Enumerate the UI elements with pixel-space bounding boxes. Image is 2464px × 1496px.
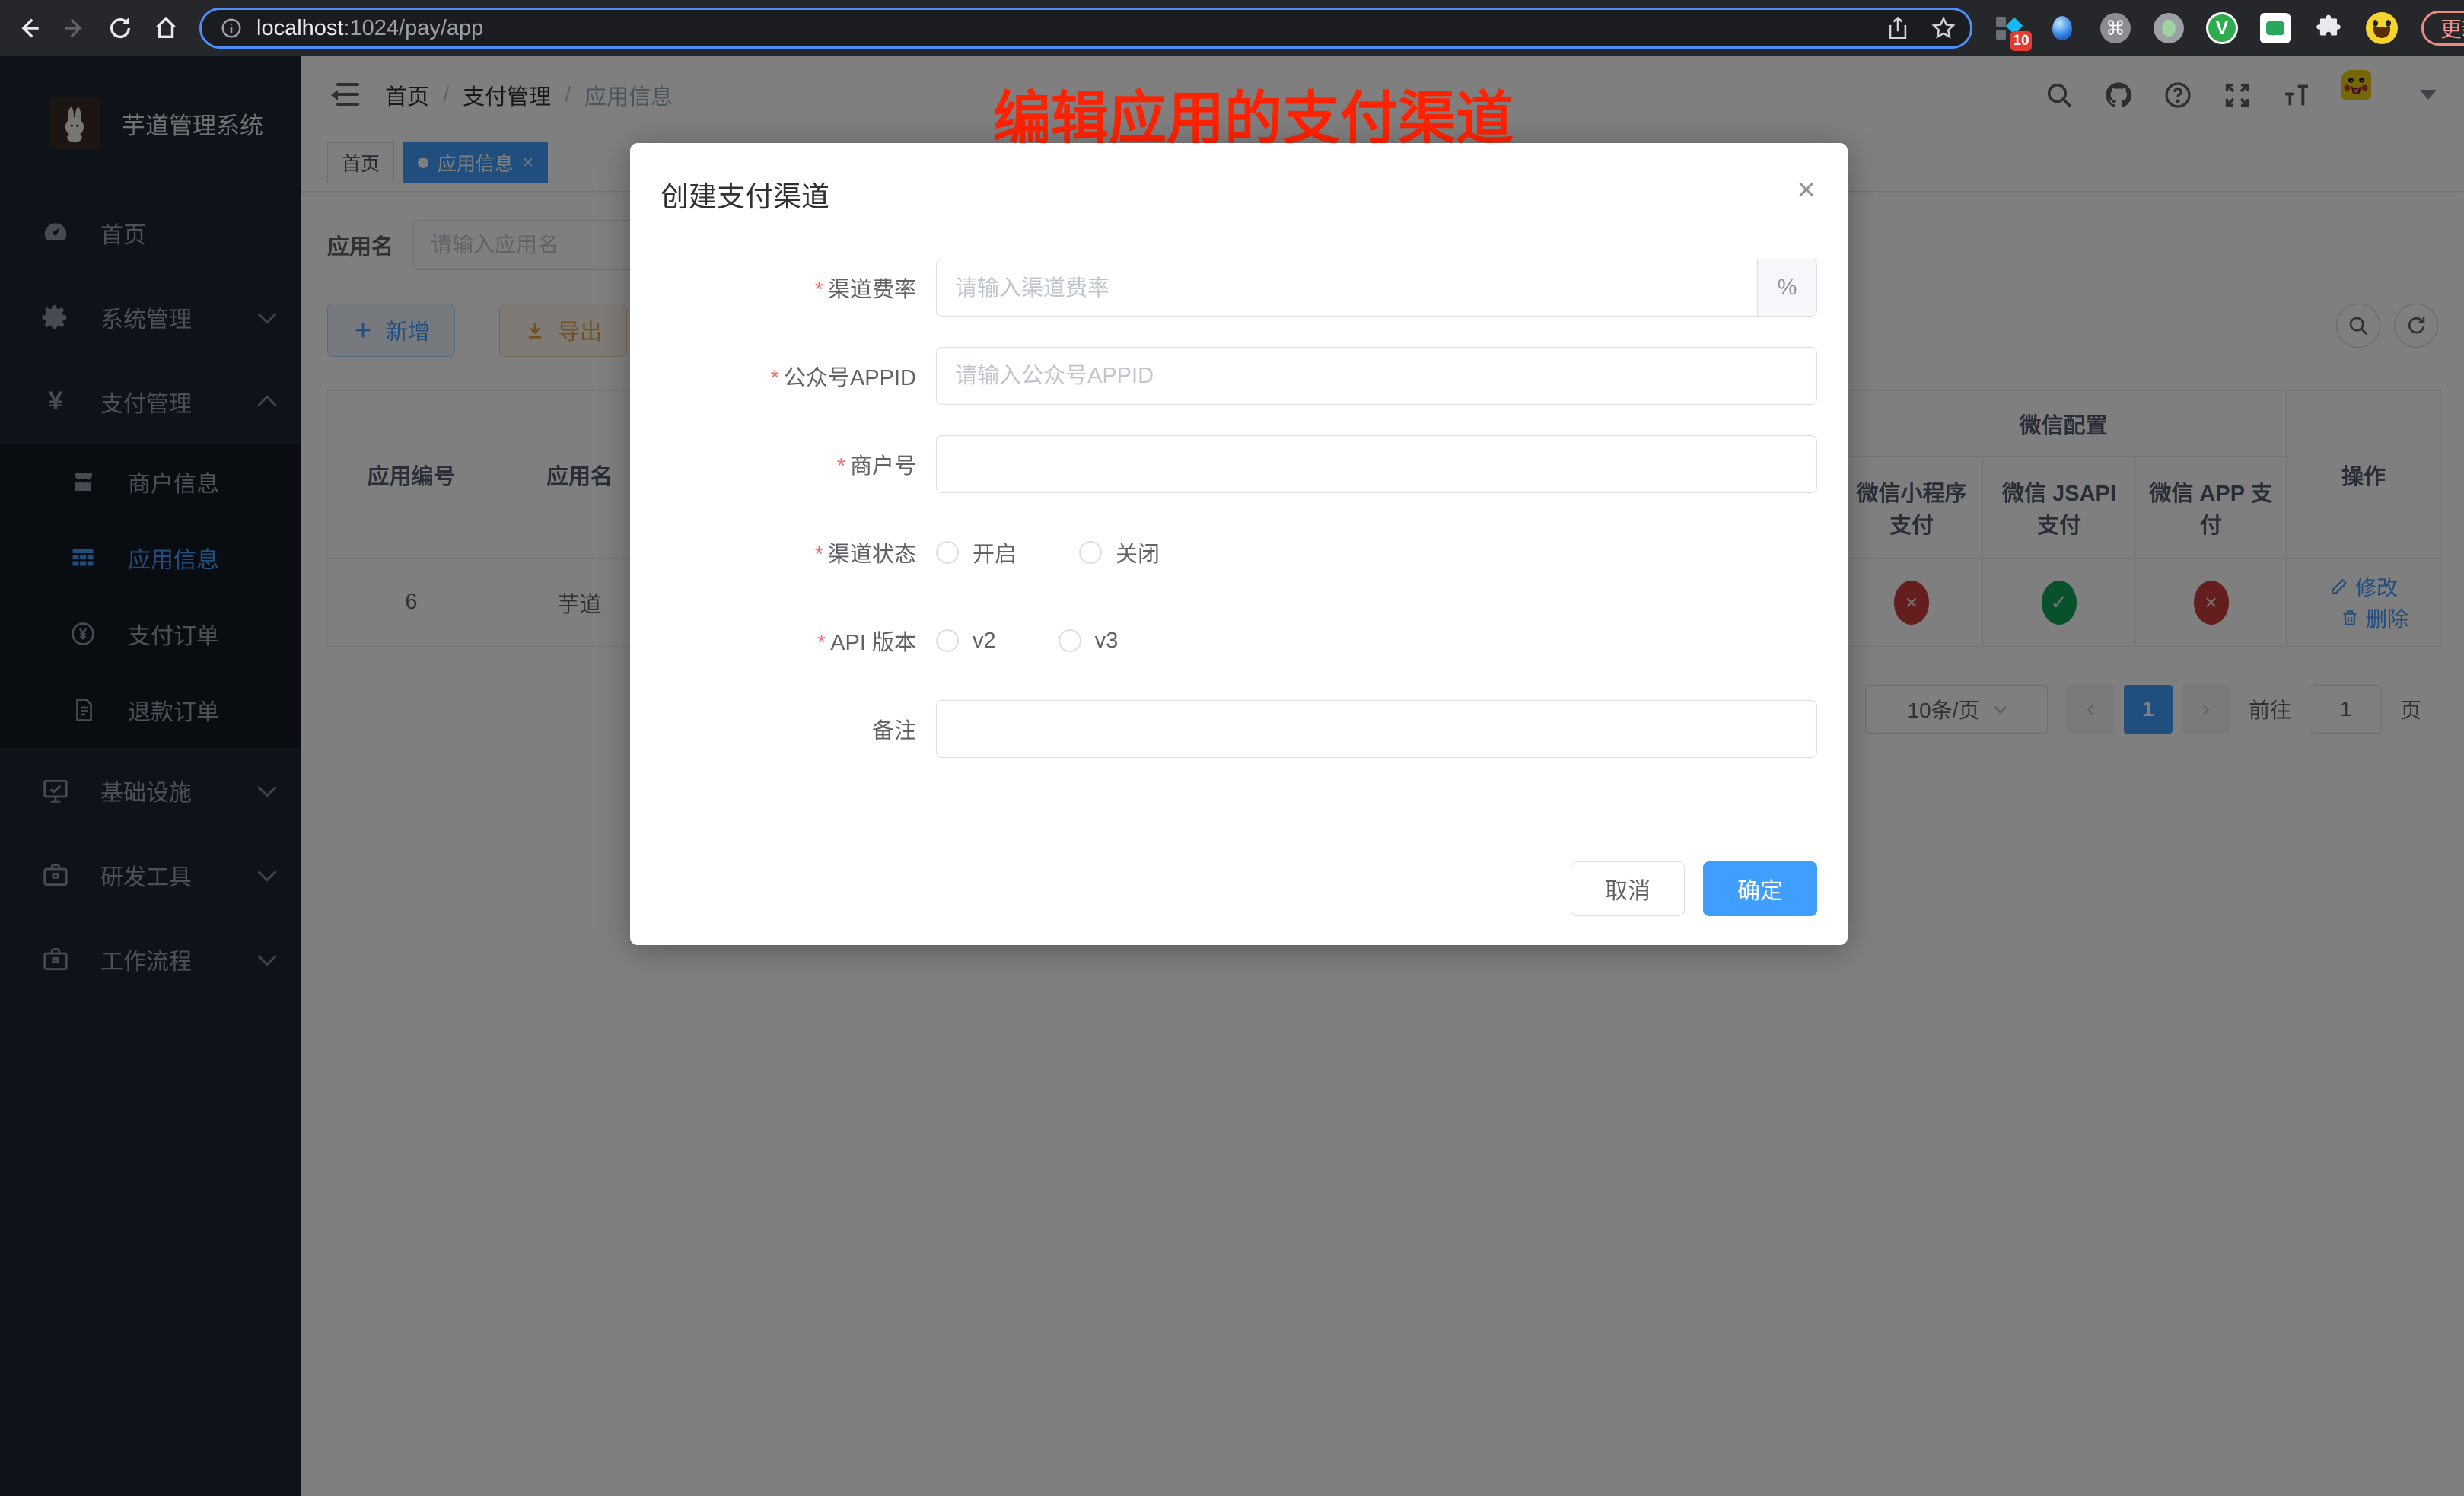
extension-chat-icon[interactable] — [2259, 11, 2292, 45]
screen: localhost:1024/pay/app 10 ⌘ V 更新 — [0, 0, 2464, 1496]
form-row-api-version: *API 版本 v2 v3 — [630, 612, 1817, 670]
radio-circle-icon — [936, 541, 959, 564]
dialog-body: *渠道费率 % *公众号APPID *商户号 — [630, 215, 1848, 758]
profile-avatar-icon[interactable] — [2365, 11, 2399, 45]
browser-toolbar: localhost:1024/pay/app 10 ⌘ V 更新 — [0, 0, 2464, 56]
status-label: 渠道状态 — [828, 543, 916, 567]
extension-command-icon[interactable]: ⌘ — [2099, 11, 2132, 45]
appid-input[interactable] — [936, 347, 1817, 405]
dialog-footer: 取消 确定 — [1571, 861, 1817, 916]
form-row-status: *渠道状态 开启 关闭 — [630, 524, 1817, 581]
rate-label: 渠道费率 — [828, 278, 916, 302]
browser-home-icon[interactable] — [149, 11, 183, 45]
form-row-merchant: *商户号 — [630, 435, 1817, 493]
dialog-close-icon[interactable]: × — [1797, 173, 1816, 205]
merchant-input[interactable] — [936, 435, 1817, 493]
browser-reload-icon[interactable] — [103, 11, 137, 45]
status-on-radio[interactable]: 开启 — [936, 536, 1017, 568]
radio-circle-icon — [1059, 629, 1081, 652]
api-version-label: API 版本 — [830, 631, 916, 655]
extension-record-icon[interactable] — [2152, 11, 2185, 45]
browser-update-button[interactable]: 更新 — [2421, 11, 2464, 46]
radio-circle-icon — [936, 629, 959, 652]
remark-label: 备注 — [872, 719, 916, 743]
extensions-puzzle-icon[interactable] — [2312, 11, 2345, 45]
rate-input[interactable] — [937, 259, 1757, 317]
extension-v-icon[interactable]: V — [2205, 11, 2239, 45]
cancel-button[interactable]: 取消 — [1571, 861, 1685, 916]
form-row-remark: 备注 — [630, 700, 1817, 758]
confirm-button[interactable]: 确定 — [1703, 861, 1817, 916]
url-text: localhost:1024/pay/app — [256, 16, 483, 41]
bookmark-star-icon[interactable] — [1931, 15, 1956, 41]
extension-badge: 10 — [2010, 31, 2032, 51]
extension-balloon-icon[interactable] — [2045, 11, 2079, 45]
merchant-label: 商户号 — [850, 454, 916, 479]
form-row-appid: *公众号APPID — [630, 347, 1817, 405]
browser-back-icon[interactable] — [12, 11, 46, 45]
api-v2-radio[interactable]: v2 — [936, 629, 996, 654]
form-row-rate: *渠道费率 % — [630, 259, 1817, 317]
dialog-header: 创建支付渠道 × — [630, 143, 1848, 215]
site-info-icon[interactable] — [220, 17, 243, 40]
radio-circle-icon — [1079, 541, 1102, 564]
status-off-radio[interactable]: 关闭 — [1079, 536, 1160, 568]
create-payment-channel-dialog: 创建支付渠道 × *渠道费率 % *公众号APPID * — [630, 143, 1848, 945]
dialog-title: 创建支付渠道 — [661, 173, 1817, 215]
remark-input[interactable] — [936, 700, 1817, 758]
extensions-row: 10 ⌘ V — [1992, 11, 2399, 45]
extension-grid-icon[interactable]: 10 — [1992, 11, 2026, 45]
share-icon[interactable] — [1885, 15, 1911, 41]
browser-forward-icon[interactable] — [58, 11, 91, 45]
address-bar[interactable]: localhost:1024/pay/app — [199, 8, 1972, 49]
api-v3-radio[interactable]: v3 — [1059, 629, 1119, 654]
appid-label: 公众号APPID — [784, 366, 916, 390]
percent-suffix: % — [1757, 259, 1816, 316]
